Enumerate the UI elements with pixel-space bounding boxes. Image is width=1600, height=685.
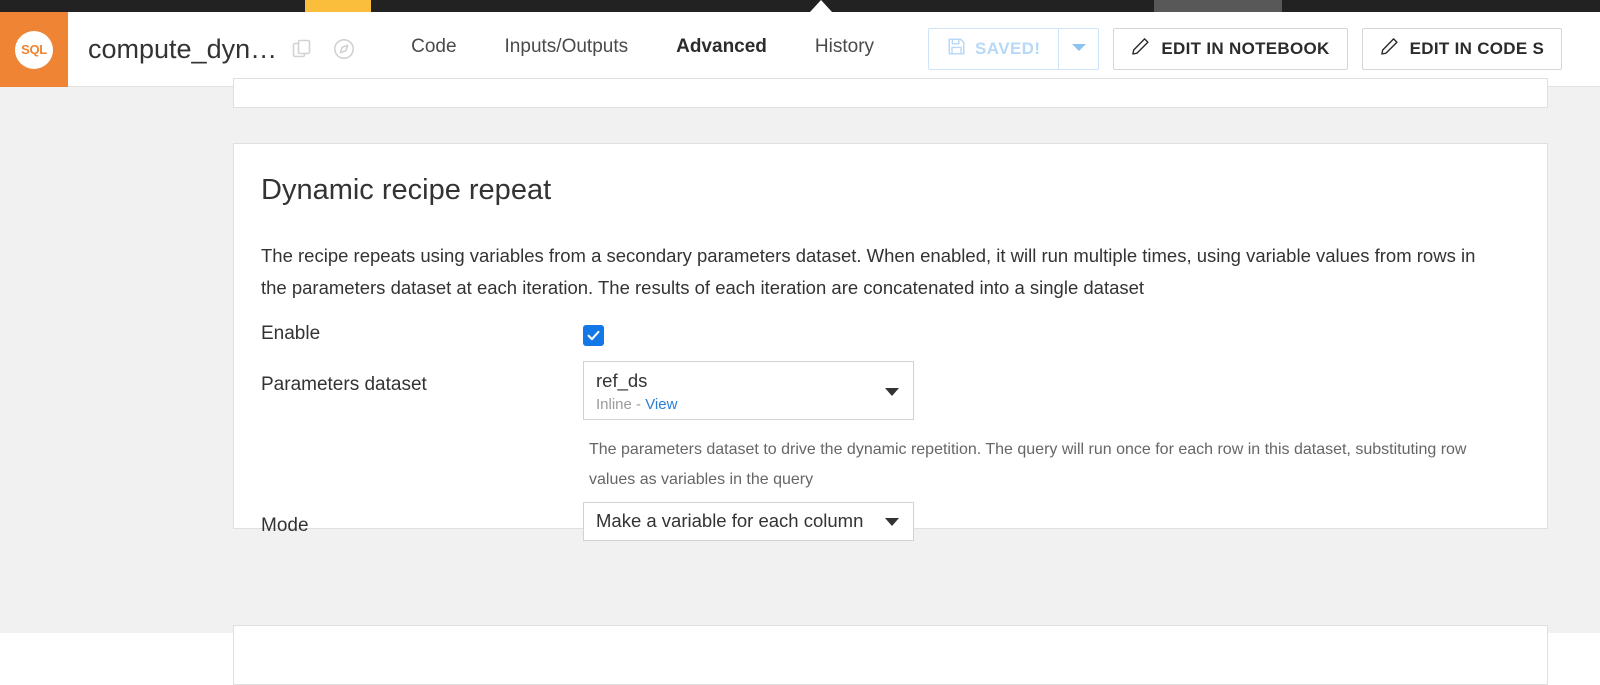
parameters-dataset-help-text: The parameters dataset to drive the dyna…	[589, 441, 1467, 488]
panel-above	[233, 78, 1548, 108]
pencil-icon	[1131, 37, 1150, 61]
browser-tab-strip	[0, 0, 1600, 12]
floppy-disk-icon	[947, 37, 966, 61]
tab-history[interactable]: History	[791, 12, 898, 87]
body-area: Dynamic recipe repeat The recipe repeats…	[0, 78, 1600, 685]
tab-strip-pointer-marker	[810, 0, 832, 12]
page-title: compute_dyn…	[88, 33, 278, 64]
save-button[interactable]: SAVED!	[929, 29, 1058, 69]
field-enable: Enable	[261, 323, 1486, 357]
tab-strip-active-segment[interactable]	[305, 0, 371, 12]
pencil-icon	[1380, 37, 1399, 61]
mode-select-value: Make a variable for each column	[596, 510, 864, 531]
tab-code[interactable]: Code	[387, 12, 480, 87]
recipe-type-badge[interactable]: SQL	[0, 12, 68, 87]
field-parameters-dataset-label: Parameters dataset	[261, 374, 427, 395]
app-header: SQL compute_dyn… Code Inputs/Outputs Adv…	[0, 12, 1600, 87]
enable-checkbox[interactable]	[583, 325, 604, 346]
caret-down-icon	[1070, 40, 1088, 58]
tab-strip-hover-segment[interactable]	[1154, 0, 1282, 12]
parameters-dataset-select[interactable]: ref_ds Inline - View	[583, 361, 914, 420]
chevron-down-icon	[885, 388, 899, 396]
mode-select[interactable]: Make a variable for each column	[583, 502, 914, 541]
header-tabs: Code Inputs/Outputs Advanced History	[387, 12, 898, 87]
sql-logo-label: SQL	[21, 42, 47, 57]
save-button-group: SAVED!	[928, 28, 1100, 70]
sql-logo-icon: SQL	[15, 30, 53, 69]
duplicate-icon[interactable]	[285, 32, 319, 66]
parameters-dataset-subtext-prefix: Inline -	[596, 396, 646, 413]
parameters-dataset-subtext: Inline - View	[596, 396, 677, 413]
tab-advanced[interactable]: Advanced	[652, 12, 791, 87]
edit-in-code-studio-label: EDIT IN CODE S	[1409, 39, 1545, 58]
left-rail	[0, 87, 233, 633]
save-dropdown-toggle[interactable]	[1058, 29, 1098, 69]
panel-below	[233, 625, 1548, 685]
checkmark-icon	[587, 330, 600, 341]
field-enable-label: Enable	[261, 323, 321, 344]
edit-in-code-studio-button[interactable]: EDIT IN CODE S	[1361, 28, 1563, 70]
tab-inputs-outputs[interactable]: Inputs/Outputs	[481, 12, 653, 87]
edit-in-notebook-button[interactable]: EDIT IN NOTEBOOK	[1113, 28, 1348, 70]
edit-in-notebook-label: EDIT IN NOTEBOOK	[1161, 39, 1330, 58]
save-button-label: SAVED!	[975, 39, 1041, 58]
section-description: The recipe repeats using variables from …	[261, 245, 1476, 298]
dynamic-recipe-repeat-panel: Dynamic recipe repeat The recipe repeats…	[233, 143, 1548, 541]
field-mode-label: Mode	[261, 515, 309, 536]
parameters-dataset-view-link[interactable]: View	[645, 396, 677, 413]
section-title: Dynamic recipe repeat	[261, 174, 552, 206]
header-inner: compute_dyn… Code Inputs/Outputs Advance…	[68, 12, 1600, 87]
header-actions: SAVED! EDIT IN NOTEBOOK EDIT IN CODE S	[928, 28, 1563, 70]
parameters-dataset-value: ref_ds	[596, 370, 648, 391]
chevron-down-icon	[885, 518, 899, 526]
compass-icon[interactable]	[327, 32, 361, 66]
